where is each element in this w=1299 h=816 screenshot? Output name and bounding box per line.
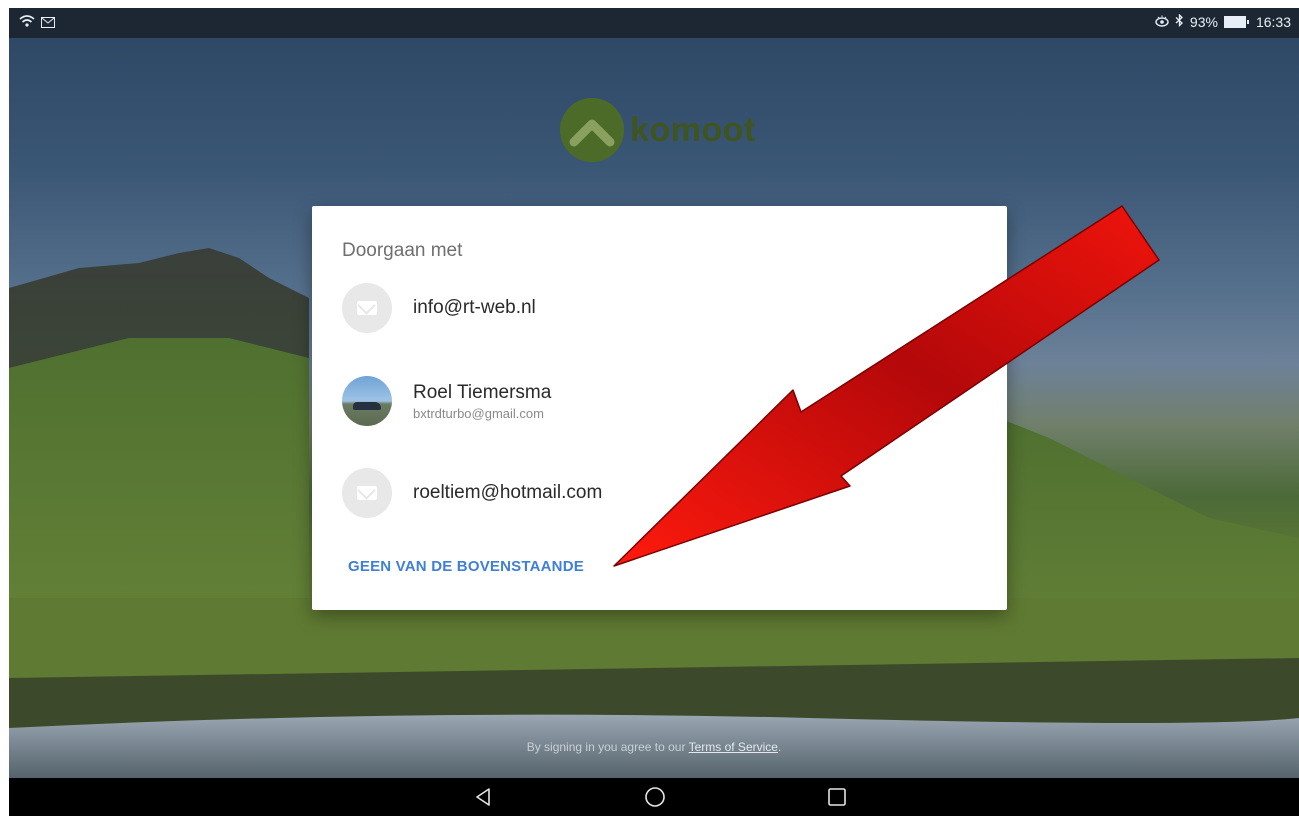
terms-suffix: . [777, 740, 782, 754]
terms-prefix: By signing in you agree to our [526, 740, 689, 754]
tablet-screen: 93% 16:33 komoot Doorgaan met info@rt-we… [9, 8, 1299, 816]
clock: 16:33 [1255, 14, 1291, 30]
account-email: roeltiem@hotmail.com [413, 482, 603, 503]
recents-icon[interactable] [817, 778, 857, 816]
eye-comfort-icon [1155, 14, 1169, 30]
dialog-title: Doorgaan met [342, 240, 463, 261]
navigation-bar [9, 778, 1299, 816]
account-item-roel-tiemersma[interactable]: Roel Tiemersma bxtrdturbo@gmail.com [342, 371, 982, 431]
home-icon[interactable] [635, 778, 675, 816]
battery-percent: 93% [1189, 14, 1218, 30]
back-icon[interactable] [463, 778, 503, 816]
account-name: Roel Tiemersma [413, 381, 552, 403]
terms-notice: By signing in you agree to our Terms of … [9, 740, 1299, 754]
account-item-roeltiem-hotmail[interactable]: roeltiem@hotmail.com [342, 463, 982, 523]
battery-icon [1223, 16, 1249, 28]
status-bar: 93% 16:33 [9, 8, 1299, 38]
komoot-logo-text: komoot [630, 110, 756, 149]
mail-icon [342, 283, 392, 333]
mail-icon [342, 468, 392, 518]
profile-photo-avatar [342, 376, 392, 426]
komoot-logo-icon [560, 98, 624, 162]
account-picker-dialog: Doorgaan met info@rt-web.nl Roel Tiemers… [312, 206, 1007, 610]
mail-icon [41, 15, 55, 31]
account-item-info-rt-web[interactable]: info@rt-web.nl [342, 278, 982, 338]
account-email: bxtrdturbo@gmail.com [413, 405, 544, 421]
account-email: info@rt-web.nl [413, 297, 536, 318]
bluetooth-icon [1175, 13, 1184, 30]
none-of-the-above-button[interactable]: GEEN VAN DE BOVENSTAANDE [348, 558, 584, 575]
wifi-icon [19, 14, 35, 31]
terms-of-service-link[interactable]: Terms of Service [689, 740, 778, 754]
komoot-logo: komoot [560, 98, 756, 162]
